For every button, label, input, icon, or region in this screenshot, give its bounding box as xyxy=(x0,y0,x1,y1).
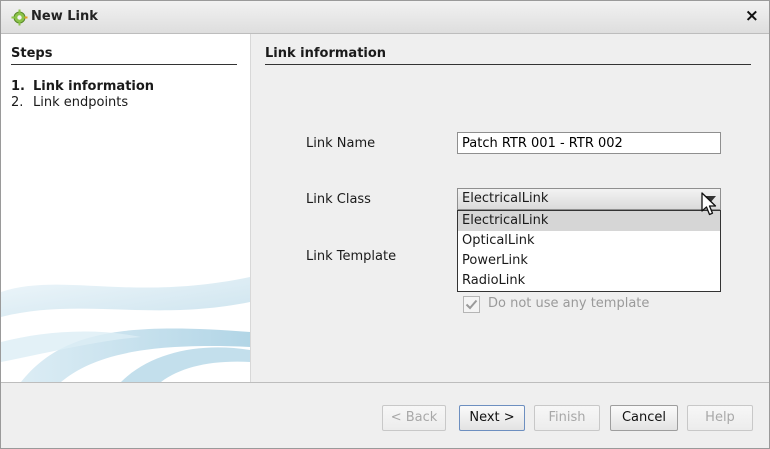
step-link-endpoints: 2. Link endpoints xyxy=(11,95,128,110)
dropdown-option-radiolink[interactable]: RadioLink xyxy=(458,271,720,291)
back-button[interactable]: < Back xyxy=(382,405,446,431)
button-bar: < Back Next > Finish Cancel Help xyxy=(1,382,769,448)
link-class-dropdown-list: ElectricalLink OpticalLink PowerLink Rad… xyxy=(457,210,721,292)
close-button[interactable]: × xyxy=(745,6,759,26)
step-label: Link information xyxy=(33,79,155,94)
link-name-input[interactable] xyxy=(457,132,721,154)
mouse-cursor-icon xyxy=(701,192,717,216)
checkmark-icon xyxy=(465,299,478,310)
steps-panel: Steps 1. Link information 2. Link endpoint… xyxy=(1,34,251,382)
step-number: 1. xyxy=(11,79,25,94)
next-button[interactable]: Next > xyxy=(459,405,525,431)
finish-button[interactable]: Finish xyxy=(534,405,600,431)
dropdown-option-electricallink[interactable]: ElectricalLink xyxy=(458,211,720,231)
help-button[interactable]: Help xyxy=(687,405,753,431)
window-title: New Link xyxy=(31,9,98,24)
dialog-body: Steps 1. Link information 2. Link endpoint… xyxy=(1,34,769,382)
link-class-label: Link Class xyxy=(306,192,371,207)
dropdown-option-powerlink[interactable]: PowerLink xyxy=(458,251,720,271)
step-label: Link endpoints xyxy=(33,95,129,110)
link-template-label: Link Template xyxy=(306,249,397,264)
no-template-checkbox-label: Do not use any template xyxy=(488,296,650,311)
new-link-dialog: New Link × Steps 1. Link information 2. Li… xyxy=(0,0,770,449)
content-panel: Link information Link Name Link Class El… xyxy=(251,34,769,382)
no-template-checkbox[interactable] xyxy=(463,296,480,313)
gear-link-icon xyxy=(11,9,28,26)
link-class-combobox[interactable]: ElectricalLink xyxy=(457,188,721,210)
link-class-selected-value: ElectricalLink xyxy=(462,191,549,206)
link-name-label: Link Name xyxy=(306,136,376,151)
cancel-button[interactable]: Cancel xyxy=(610,405,678,431)
dropdown-option-opticallink[interactable]: OpticalLink xyxy=(458,231,720,251)
step-number: 2. xyxy=(11,95,24,110)
content-title: Link information xyxy=(265,46,751,65)
decorative-swoosh-art xyxy=(1,277,250,382)
steps-title: Steps xyxy=(11,46,237,65)
title-bar[interactable]: New Link × xyxy=(1,1,769,34)
step-link-information: 1. Link information xyxy=(11,79,154,94)
